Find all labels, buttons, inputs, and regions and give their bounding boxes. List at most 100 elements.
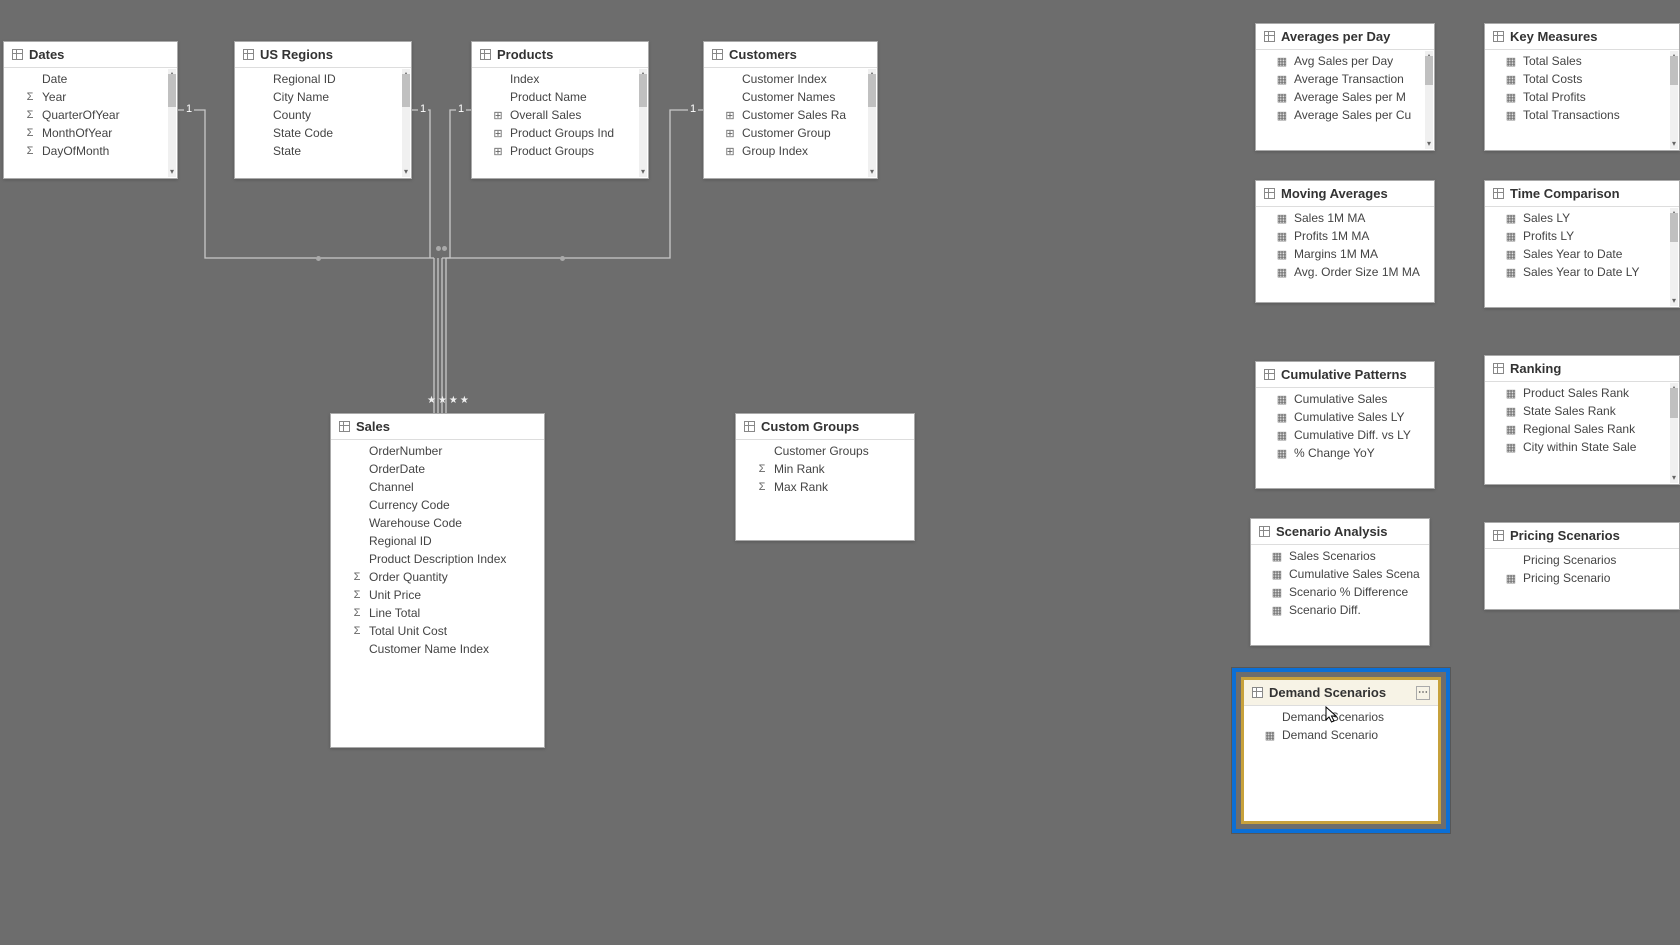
field-row[interactable]: ▦Cumulative Sales LY [1256,408,1434,426]
field-row[interactable]: ▦Sales 1M MA [1256,209,1434,227]
field-row[interactable]: ▦Cumulative Diff. vs LY [1256,426,1434,444]
field-row[interactable]: ΣDayOfMonth [4,142,177,160]
scrollbar-thumb[interactable] [639,74,647,106]
field-row[interactable]: ▦Product Sales Rank [1485,384,1679,402]
field-row[interactable]: ▦Scenario Diff. [1251,601,1429,619]
scroll-down-icon[interactable]: ▾ [868,167,876,177]
field-row[interactable]: ▦Sales Year to Date LY [1485,263,1679,281]
table-moving-averages[interactable]: Moving Averages ▦Sales 1M MA ▦Profits 1M… [1255,180,1435,303]
scrollbar[interactable]: ▴ ▾ [402,69,410,177]
field-row[interactable]: ▦State Sales Rank [1485,402,1679,420]
field-row[interactable]: ▦Regional Sales Rank [1485,420,1679,438]
table-us-regions[interactable]: US Regions Regional ID City Name County … [234,41,412,179]
field-row[interactable]: ⊞Product Groups Ind [472,124,648,142]
table-averages-per-day[interactable]: Averages per Day ▦Avg Sales per Day ▦Ave… [1255,23,1435,151]
field-row[interactable]: ΣQuarterOfYear [4,106,177,124]
field-row[interactable]: ▦Sales LY [1485,209,1679,227]
field-row[interactable]: ΣMonthOfYear [4,124,177,142]
field-row[interactable]: Product Description Index [331,550,544,568]
field-row[interactable]: ▦Total Sales [1485,52,1679,70]
scrollbar-thumb[interactable] [1670,388,1678,418]
table-demand-scenarios-selected[interactable]: Demand Scenarios ⋯ Demand Scenarios ▦Dem… [1232,668,1450,833]
field-row[interactable]: Regional ID [235,70,411,88]
field-row[interactable]: ▦Average Sales per Cu [1256,106,1434,124]
field-row[interactable]: ΣUnit Price [331,586,544,604]
field-row[interactable]: ▦Average Sales per M [1256,88,1434,106]
field-row[interactable]: ΣOrder Quantity [331,568,544,586]
field-row[interactable]: Currency Code [331,496,544,514]
scroll-down-icon[interactable]: ▾ [168,167,176,177]
field-row[interactable]: ▦Total Profits [1485,88,1679,106]
scrollbar-thumb[interactable] [402,74,410,106]
field-row[interactable]: OrderNumber [331,442,544,460]
field-row[interactable]: County [235,106,411,124]
scrollbar[interactable]: ▴ ▾ [639,69,647,177]
scroll-down-icon[interactable]: ▾ [1425,139,1433,149]
scrollbar[interactable]: ▴▾ [1425,51,1433,149]
field-row[interactable]: ▦Profits LY [1485,227,1679,245]
scrollbar-thumb[interactable] [168,74,176,106]
field-row[interactable]: ΣLine Total [331,604,544,622]
table-pricing-scenarios[interactable]: Pricing Scenarios Pricing Scenarios ▦Pri… [1484,522,1680,610]
field-row[interactable]: Customer Groups [736,442,914,460]
field-row[interactable]: ΣYear [4,88,177,106]
field-row[interactable]: City Name [235,88,411,106]
field-row[interactable]: ▦Average Transaction [1256,70,1434,88]
field-row[interactable]: ΣTotal Unit Cost [331,622,544,640]
field-row[interactable]: ⊞Product Groups [472,142,648,160]
table-products[interactable]: Products Index Product Name ⊞Overall Sal… [471,41,649,179]
scrollbar[interactable]: ▴▾ [1670,51,1678,149]
field-row[interactable]: ▦Sales Year to Date [1485,245,1679,263]
field-row[interactable]: ▦Avg Sales per Day [1256,52,1434,70]
field-row[interactable]: ▦Avg. Order Size 1M MA [1256,263,1434,281]
field-row[interactable]: ▦Total Costs [1485,70,1679,88]
field-row[interactable]: ▦Profits 1M MA [1256,227,1434,245]
scrollbar-thumb[interactable] [1670,56,1678,85]
more-options-button[interactable]: ⋯ [1416,686,1430,700]
field-row[interactable]: ▦% Change YoY [1256,444,1434,462]
scrollbar[interactable]: ▴▾ [1670,208,1678,306]
field-row[interactable]: Index [472,70,648,88]
field-row[interactable]: Date [4,70,177,88]
field-row[interactable]: Channel [331,478,544,496]
field-row[interactable]: Regional ID [331,532,544,550]
field-row[interactable]: ▦Cumulative Sales Scena [1251,565,1429,583]
field-row[interactable]: ⊞Group Index [704,142,877,160]
scroll-down-icon[interactable]: ▾ [402,167,410,177]
field-row[interactable]: ▦Total Transactions [1485,106,1679,124]
field-row[interactable]: State Code [235,124,411,142]
field-row[interactable]: Warehouse Code [331,514,544,532]
table-cumulative-patterns[interactable]: Cumulative Patterns ▦Cumulative Sales ▦C… [1255,361,1435,489]
field-row[interactable]: OrderDate [331,460,544,478]
scroll-down-icon[interactable]: ▾ [1670,296,1678,306]
table-sales[interactable]: Sales OrderNumber OrderDate Channel Curr… [330,413,545,748]
scroll-down-icon[interactable]: ▾ [639,167,647,177]
table-time-comparison[interactable]: Time Comparison ▦Sales LY ▦Profits LY ▦S… [1484,180,1680,308]
field-row[interactable]: ▦Sales Scenarios [1251,547,1429,565]
scrollbar-thumb[interactable] [1425,56,1433,85]
field-row[interactable]: ⊞Overall Sales [472,106,648,124]
field-row[interactable]: Pricing Scenarios [1485,551,1679,569]
scrollbar-thumb[interactable] [1670,213,1678,242]
field-row[interactable]: ▦Margins 1M MA [1256,245,1434,263]
table-customers[interactable]: Customers Customer Index Customer Names … [703,41,878,179]
scroll-down-icon[interactable]: ▾ [1670,473,1678,483]
field-row[interactable]: ΣMin Rank [736,460,914,478]
field-row[interactable]: ⊞Customer Sales Ra [704,106,877,124]
field-row[interactable]: ▦Demand Scenario [1244,726,1438,744]
table-scenario-analysis[interactable]: Scenario Analysis ▦Sales Scenarios ▦Cumu… [1250,518,1430,646]
table-ranking[interactable]: Ranking ▦Product Sales Rank ▦State Sales… [1484,355,1680,485]
field-row[interactable]: State [235,142,411,160]
scrollbar[interactable]: ▴ ▾ [868,69,876,177]
table-dates[interactable]: Dates Date ΣYear ΣQuarterOfYear ΣMonthOf… [3,41,178,179]
field-row[interactable]: ▦Pricing Scenario [1485,569,1679,587]
field-row[interactable]: ▦City within State Sale [1485,438,1679,456]
table-custom-groups[interactable]: Custom Groups Customer Groups ΣMin Rank … [735,413,915,541]
scrollbar[interactable]: ▴▾ [1670,383,1678,483]
scrollbar-thumb[interactable] [868,74,876,106]
table-key-measures[interactable]: Key Measures ▦Total Sales ▦Total Costs ▦… [1484,23,1680,151]
field-row[interactable]: ▦Cumulative Sales [1256,390,1434,408]
field-row[interactable]: Product Name [472,88,648,106]
field-row[interactable]: ▦Scenario % Difference [1251,583,1429,601]
field-row[interactable]: Customer Name Index [331,640,544,658]
